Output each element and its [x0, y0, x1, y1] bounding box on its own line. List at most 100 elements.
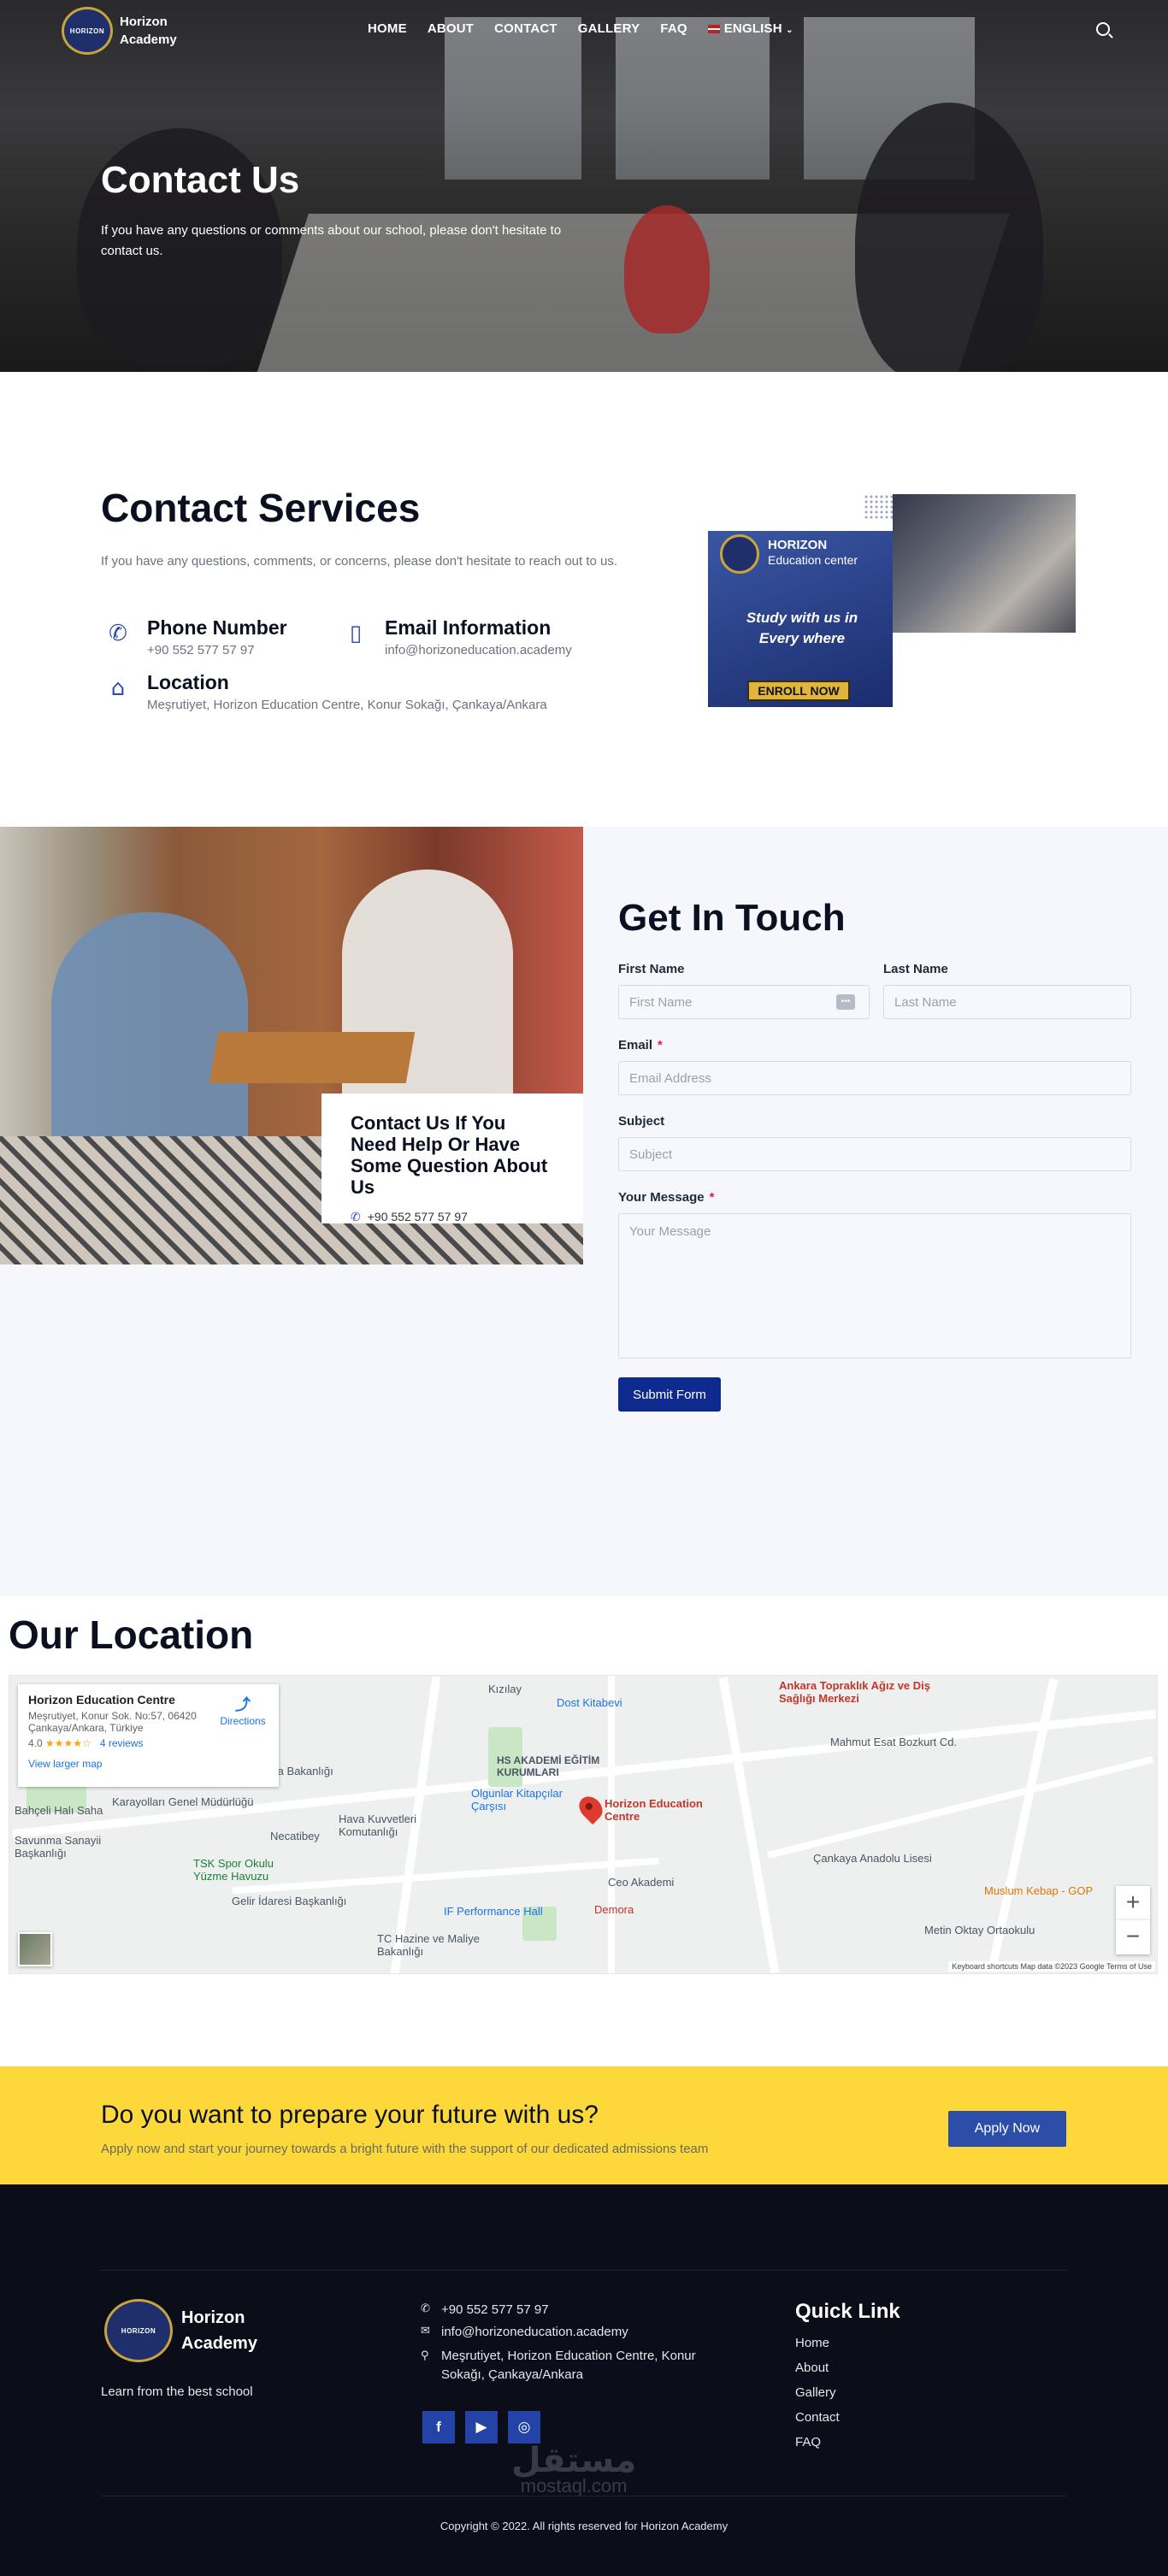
footer-address-value: Meşrutiyet, Horizon Education Centre, Ko… [441, 2349, 696, 2382]
footer-link-home[interactable]: Home [795, 2336, 900, 2350]
footer-logo-badge: HORIZON [104, 2299, 173, 2362]
map-marker-icon: ⚲ [421, 2349, 429, 2362]
footer-phone-value: +90 552 577 57 97 [441, 2302, 549, 2317]
site-logo[interactable]: HORIZON Horizon Academy [62, 7, 177, 55]
location-section: Our Location Kızılay Dost Kitabevi HS AK… [0, 1596, 1168, 2066]
google-map[interactable]: Kızılay Dost Kitabevi HS AKADEMİ EĞİTİM … [9, 1675, 1158, 1974]
map-rating: 4.0 ★★★★☆ 4 reviews [28, 1737, 268, 1749]
footer-email[interactable]: ✉ info@horizoneducation.academy [421, 2325, 737, 2339]
service-phone: ✆ Phone Number +90 552 577 57 97 [101, 616, 287, 657]
map-pin-label[interactable]: Horizon Education Centre [605, 1797, 716, 1823]
nav-contact[interactable]: CONTACT [494, 21, 557, 36]
map-rating-value: 4.0 [28, 1737, 43, 1749]
watermark-latin: mostaql.com [520, 2475, 628, 2496]
first-name-input[interactable] [618, 985, 870, 1019]
contact-help-phone-value: +90 552 577 57 97 [367, 1210, 468, 1223]
instagram-icon[interactable]: ◎ [508, 2411, 540, 2443]
map-attribution[interactable]: Keyboard shortcuts Map data ©2023 Google… [948, 1961, 1155, 1972]
top-nav: HORIZON Horizon Academy HOME ABOUT CONTA… [0, 0, 1168, 60]
chevron-down-icon: ⌄ [786, 26, 793, 35]
service-location: ⌂ Location Meşrutiyet, Horizon Education… [101, 671, 547, 712]
promo-logo [720, 534, 759, 574]
footer-phone[interactable]: ✆ +90 552 577 57 97 [421, 2302, 737, 2317]
last-name-input[interactable] [883, 985, 1131, 1019]
service-phone-title: Phone Number [147, 616, 287, 639]
service-phone-value[interactable]: +90 552 577 57 97 [147, 643, 287, 657]
nav-about[interactable]: ABOUT [428, 21, 474, 36]
map-label: HS AKADEMİ EĞİTİM KURUMLARI [497, 1754, 600, 1778]
view-larger-map-link[interactable]: View larger map [28, 1758, 268, 1770]
email-label: Email * [618, 1038, 663, 1052]
footer-link-about[interactable]: About [795, 2361, 900, 2375]
phone-icon: ✆ [109, 621, 127, 646]
language-selector[interactable]: ENGLISH ⌄ [707, 21, 793, 36]
footer-logo-line2: Academy [181, 2334, 257, 2353]
map-label: IF Performance Hall [444, 1905, 543, 1918]
youtube-icon[interactable]: ▶ [465, 2411, 498, 2443]
autofill-icon[interactable]: ••• [836, 994, 855, 1010]
map-label: Necatibey [270, 1830, 320, 1842]
get-in-touch-section: Contact Us If You Need Help Or Have Some… [0, 827, 1168, 1596]
email-label-text: Email [618, 1038, 653, 1052]
promo-subtitle: Education center [768, 553, 858, 567]
nav-faq[interactable]: FAQ [660, 21, 687, 36]
phone-icon: ✆ [421, 2302, 430, 2315]
cta-title: Do you want to prepare your future with … [101, 2101, 599, 2129]
footer-divider [101, 2270, 1067, 2271]
subject-input[interactable] [618, 1137, 1131, 1171]
map-label: Metin Oktay Ortaokulu [924, 1924, 1035, 1936]
map-label: Muslum Kebap - GOP [984, 1884, 1094, 1897]
nav-home[interactable]: HOME [368, 21, 407, 36]
footer-link-contact[interactable]: Contact [795, 2410, 900, 2425]
site-footer: HORIZON Horizon Academy Learn from the b… [0, 2184, 1168, 2576]
footer-contact: ✆ +90 552 577 57 97 ✉ info@horizoneducatio… [421, 2302, 737, 2392]
map-label: TSK Spor Okulu Yüzme Havuzu [193, 1857, 274, 1883]
photo-person [342, 869, 513, 1126]
facebook-icon[interactable]: f [422, 2411, 455, 2443]
map-road [718, 1677, 780, 1973]
message-textarea[interactable] [618, 1213, 1131, 1359]
map-reviews-link[interactable]: 4 reviews [100, 1737, 144, 1749]
service-email-value[interactable]: info@horizoneducation.academy [385, 643, 572, 657]
service-email-title: Email Information [385, 616, 552, 639]
map-road [608, 1676, 615, 1973]
apply-now-button[interactable]: Apply Now [948, 2111, 1066, 2147]
contact-help-phone[interactable]: ✆ +90 552 577 57 97 [351, 1210, 554, 1224]
map-label: Hava Kuvvetleri Komutanlığı [339, 1813, 417, 1838]
mobile-icon: ▯ [349, 621, 363, 646]
footer-email-value: info@horizoneducation.academy [441, 2325, 628, 2339]
mostaql-watermark: مستقل mostaql.com [511, 2441, 636, 2497]
search-icon[interactable] [1096, 22, 1110, 36]
hero-bg-person [624, 205, 710, 333]
last-name-label: Last Name [883, 962, 948, 976]
zoom-in-button[interactable]: + [1116, 1886, 1150, 1920]
directions-button[interactable]: ⤴ Directions [213, 1693, 273, 1727]
message-label: Your Message * [618, 1190, 714, 1205]
nav-gallery[interactable]: GALLERY [578, 21, 640, 36]
enroll-promo-image: HORIZON Education center Study with us i… [708, 531, 893, 707]
subject-label: Subject [618, 1114, 665, 1129]
directions-icon: ⤴ [235, 1696, 251, 1714]
email-input[interactable] [618, 1061, 1131, 1095]
map-pin-icon[interactable] [574, 1791, 608, 1825]
map-label: Karayolları Genel Müdürlüğü [112, 1795, 254, 1808]
main-menu: HOME ABOUT CONTACT GALLERY FAQ ENGLISH ⌄ [368, 21, 793, 36]
map-type-toggle[interactable] [18, 1932, 52, 1966]
quick-links: Quick Link Home About Gallery Contact FA… [795, 2300, 900, 2460]
hero-section: HORIZON Horizon Academy HOME ABOUT CONTA… [0, 0, 1168, 372]
service-email: ▯ Email Information info@horizoneducatio… [339, 616, 572, 657]
language-label: ENGLISH [723, 21, 782, 36]
map-label: Mahmut Esat Bozkurt Cd. [830, 1736, 958, 1748]
envelope-icon: ✉ [421, 2325, 430, 2337]
promo-title: HORIZON [768, 538, 828, 552]
footer-link-faq[interactable]: FAQ [795, 2435, 900, 2449]
directions-label: Directions [220, 1715, 266, 1727]
footer-logo[interactable]: HORIZON Horizon Academy [104, 2299, 257, 2362]
footer-link-gallery[interactable]: Gallery [795, 2385, 900, 2400]
promo-script: Study with us in Every where [746, 610, 858, 646]
zoom-out-button[interactable]: − [1116, 1920, 1150, 1954]
first-name-label: First Name [618, 962, 685, 976]
submit-form-button[interactable]: Submit Form [618, 1377, 721, 1412]
map-label: Çankaya Anadolu Lisesi [813, 1852, 932, 1865]
promo-enroll-label: ENROLL NOW [747, 681, 850, 701]
